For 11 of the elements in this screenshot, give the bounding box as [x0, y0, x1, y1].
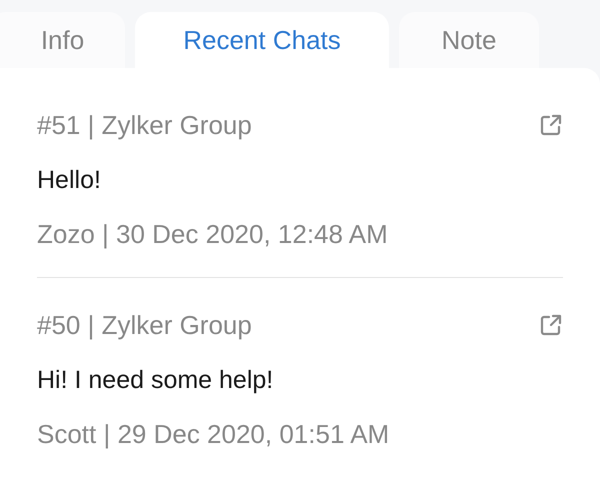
tab[interactable]: Recent Chats: [135, 12, 389, 68]
chat-header: #50 | Zylker Group: [37, 308, 252, 342]
chat-meta: Scott | 29 Dec 2020, 01:51 AM: [37, 418, 390, 449]
chat-header: #51 | Zylker Group: [37, 108, 252, 142]
tab[interactable]: Note: [399, 12, 539, 68]
chat-message: Hi! I need some help!: [37, 365, 274, 396]
chat-message: Hello!: [37, 165, 102, 196]
tab[interactable]: Info: [0, 12, 125, 68]
external-link-icon[interactable]: [539, 113, 563, 137]
external-link-icon[interactable]: [539, 313, 563, 337]
chat-meta: Zozo | 30 Dec 2020, 12:48 AM: [37, 218, 389, 249]
